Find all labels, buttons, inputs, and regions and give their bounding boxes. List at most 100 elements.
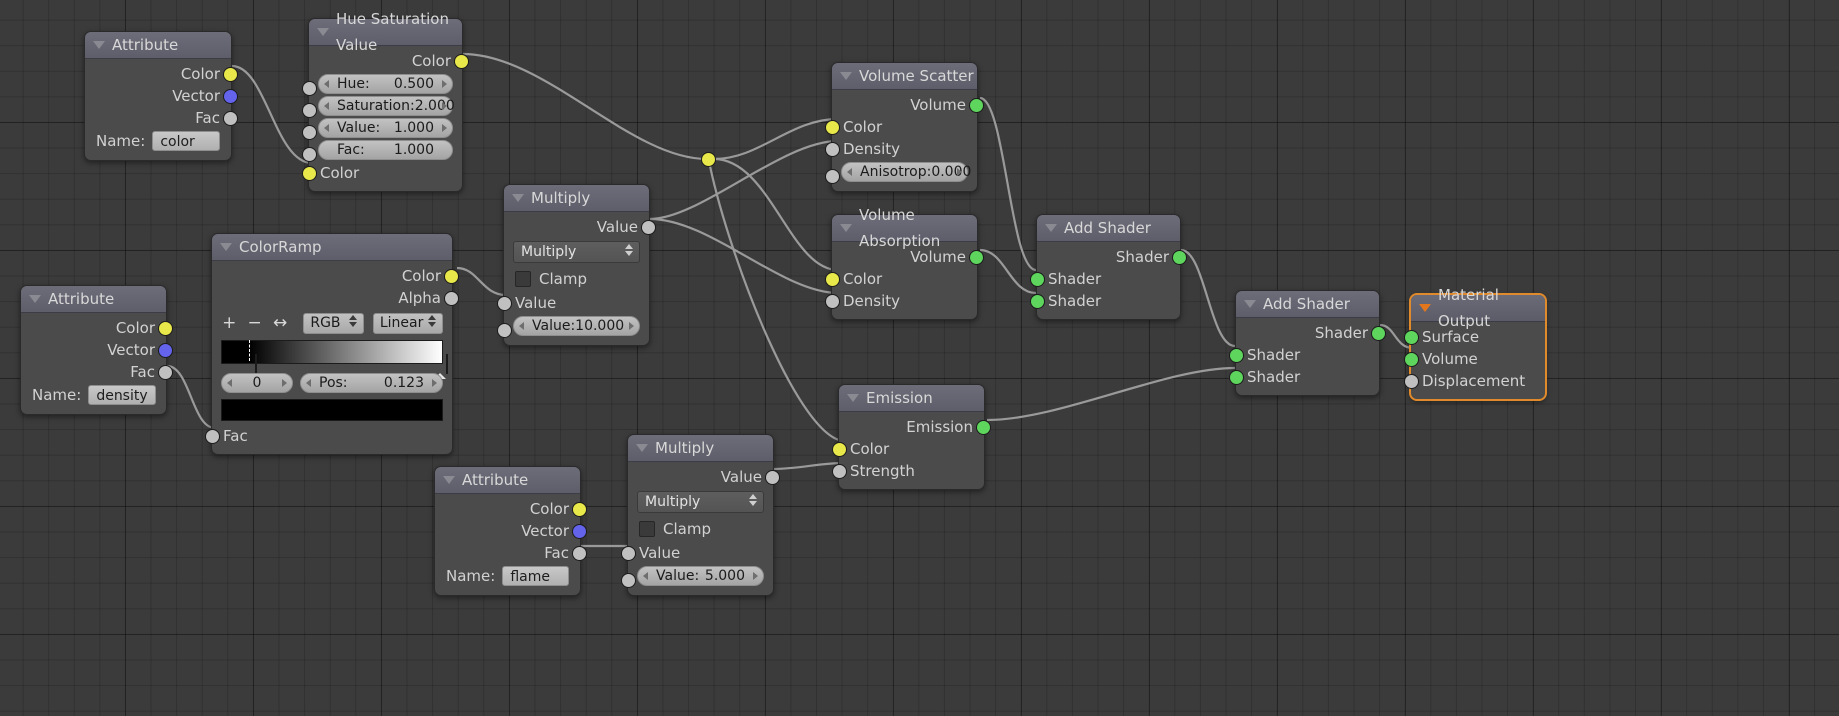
attribute-name-input[interactable]: density (88, 385, 156, 405)
output-socket-color[interactable] (444, 269, 459, 284)
interpolation-select[interactable]: Linear (372, 312, 443, 334)
attribute-name-input[interactable]: color (152, 131, 220, 151)
stop-position-field[interactable]: Pos: 0.123 (300, 373, 443, 393)
node-volume-scatter[interactable]: Volume Scatter Volume Color Density Anis… (825, 62, 984, 192)
input-socket-density[interactable] (825, 294, 840, 309)
field-value-param[interactable]: Value: 1.000 (318, 118, 453, 138)
increment-arrow-icon[interactable] (282, 379, 287, 387)
colorramp-stop-1[interactable] (433, 354, 448, 379)
output-socket-vector[interactable] (572, 524, 587, 539)
node-add-shader-2[interactable]: Add Shader Shader Shader Shader (1229, 290, 1386, 396)
field-fac[interactable]: Fac: 1.000 (318, 140, 453, 160)
output-socket-color[interactable] (223, 67, 238, 82)
node-header[interactable]: ColorRamp (212, 234, 452, 261)
increment-arrow-icon[interactable] (432, 379, 437, 387)
node-hue-saturation-value[interactable]: Hue Saturation Value Color Hue: 0.500 Sa… (302, 10, 469, 192)
decrement-arrow-icon[interactable] (324, 102, 329, 110)
input-socket-volume[interactable] (1404, 352, 1419, 367)
node-volume-absorption[interactable]: Volume Absorption Volume Color Density (825, 206, 984, 320)
clamp-checkbox-row[interactable]: Clamp (628, 516, 773, 542)
field-anisotropy[interactable]: Anisotrop: 0.000 (841, 162, 971, 182)
collapse-triangle-icon[interactable] (847, 394, 859, 402)
node-header[interactable]: Attribute (435, 467, 580, 494)
attribute-name-input[interactable]: flame (502, 566, 569, 586)
node-emission[interactable]: Emission Emission Color Strength (832, 384, 991, 490)
clamp-checkbox[interactable] (515, 271, 531, 287)
input-socket-fac[interactable] (302, 147, 317, 162)
field-value-2[interactable]: Value: 10.000 (513, 316, 640, 336)
node-header[interactable]: Attribute (21, 286, 166, 313)
flip-ramp-icon[interactable]: ↔ (272, 314, 288, 332)
input-socket-fac[interactable] (205, 429, 220, 444)
input-socket-color[interactable] (825, 120, 840, 135)
output-socket-volume[interactable] (969, 250, 984, 265)
input-socket-displacement[interactable] (1404, 374, 1419, 389)
decrement-arrow-icon[interactable] (847, 168, 852, 176)
node-multiply-bottom[interactable]: Multiply Value Multiply Clamp Value Valu… (621, 434, 780, 596)
output-socket-alpha[interactable] (444, 291, 459, 306)
node-attribute-color[interactable]: Attribute Color Vector Fac Name: color (84, 31, 238, 161)
increment-arrow-icon[interactable] (957, 168, 962, 176)
decrement-arrow-icon[interactable] (324, 80, 329, 88)
node-header[interactable]: Multiply (628, 435, 773, 462)
input-socket-color[interactable] (302, 166, 317, 181)
collapse-triangle-icon[interactable] (840, 224, 852, 232)
remove-stop-icon[interactable]: − (246, 314, 262, 332)
output-socket-value[interactable] (765, 470, 780, 485)
input-socket-value-1[interactable] (621, 546, 636, 561)
node-header[interactable]: Material Output (1411, 286, 1545, 330)
output-socket-vector[interactable] (158, 343, 173, 358)
collapse-triangle-icon[interactable] (29, 295, 41, 303)
decrement-arrow-icon[interactable] (519, 322, 524, 330)
color-mode-select[interactable]: RGB (303, 312, 364, 334)
input-socket-shader-2[interactable] (1030, 294, 1045, 309)
increment-arrow-icon[interactable] (442, 124, 447, 132)
output-socket-fac[interactable] (572, 546, 587, 561)
node-attribute-flame[interactable]: Attribute Color Vector Fac Name: flame (434, 466, 587, 596)
input-socket-hue[interactable] (302, 81, 317, 96)
node-header[interactable]: Emission (839, 385, 984, 412)
clamp-checkbox[interactable] (639, 521, 655, 537)
decrement-arrow-icon[interactable] (306, 379, 311, 387)
collapse-triangle-icon[interactable] (1045, 224, 1057, 232)
input-socket-value-1[interactable] (497, 296, 512, 311)
decrement-arrow-icon[interactable] (643, 572, 648, 580)
node-editor-canvas[interactable]: Attribute Color Vector Fac Name: color H… (0, 0, 1839, 716)
node-colorramp[interactable]: ColorRamp Color Alpha + − ↔ RGB Linear 0… (205, 233, 459, 455)
collapse-triangle-icon[interactable] (317, 28, 329, 36)
output-socket-emission[interactable] (976, 420, 991, 435)
input-socket-shader-1[interactable] (1030, 272, 1045, 287)
collapse-triangle-icon[interactable] (1419, 304, 1431, 312)
node-header[interactable]: Attribute (85, 32, 231, 59)
node-header[interactable]: Add Shader (1236, 291, 1379, 318)
output-socket-fac[interactable] (223, 111, 238, 126)
node-add-shader-1[interactable]: Add Shader Shader Shader Shader (1030, 214, 1187, 320)
colorramp-gradient[interactable] (221, 340, 448, 379)
output-socket-color[interactable] (454, 54, 469, 69)
colorramp-stop-0[interactable] (243, 354, 258, 379)
output-socket-value[interactable] (641, 220, 656, 235)
reroute-node[interactable] (701, 152, 716, 167)
output-socket-shader[interactable] (1172, 250, 1187, 265)
input-socket-shader-1[interactable] (1229, 348, 1244, 363)
decrement-arrow-icon[interactable] (227, 379, 232, 387)
input-socket-anisotropy[interactable] (825, 169, 840, 184)
increment-arrow-icon[interactable] (753, 572, 758, 580)
increment-arrow-icon[interactable] (442, 80, 447, 88)
node-header[interactable]: Add Shader (1037, 215, 1180, 242)
operation-select[interactable]: Multiply (513, 241, 640, 263)
input-socket-color[interactable] (832, 442, 847, 457)
collapse-triangle-icon[interactable] (220, 243, 232, 251)
collapse-triangle-icon[interactable] (1244, 300, 1256, 308)
node-header[interactable]: Hue Saturation Value (309, 10, 462, 54)
input-socket-saturation[interactable] (302, 103, 317, 118)
output-socket-fac[interactable] (158, 365, 173, 380)
clamp-checkbox-row[interactable]: Clamp (504, 266, 649, 292)
input-socket-value-2[interactable] (621, 573, 636, 588)
input-socket-surface[interactable] (1404, 330, 1419, 345)
collapse-triangle-icon[interactable] (512, 194, 524, 202)
node-attribute-density[interactable]: Attribute Color Vector Fac Name: density (20, 285, 173, 415)
field-hue[interactable]: Hue: 0.500 (318, 74, 453, 94)
collapse-triangle-icon[interactable] (443, 476, 455, 484)
output-socket-shader[interactable] (1371, 326, 1386, 341)
